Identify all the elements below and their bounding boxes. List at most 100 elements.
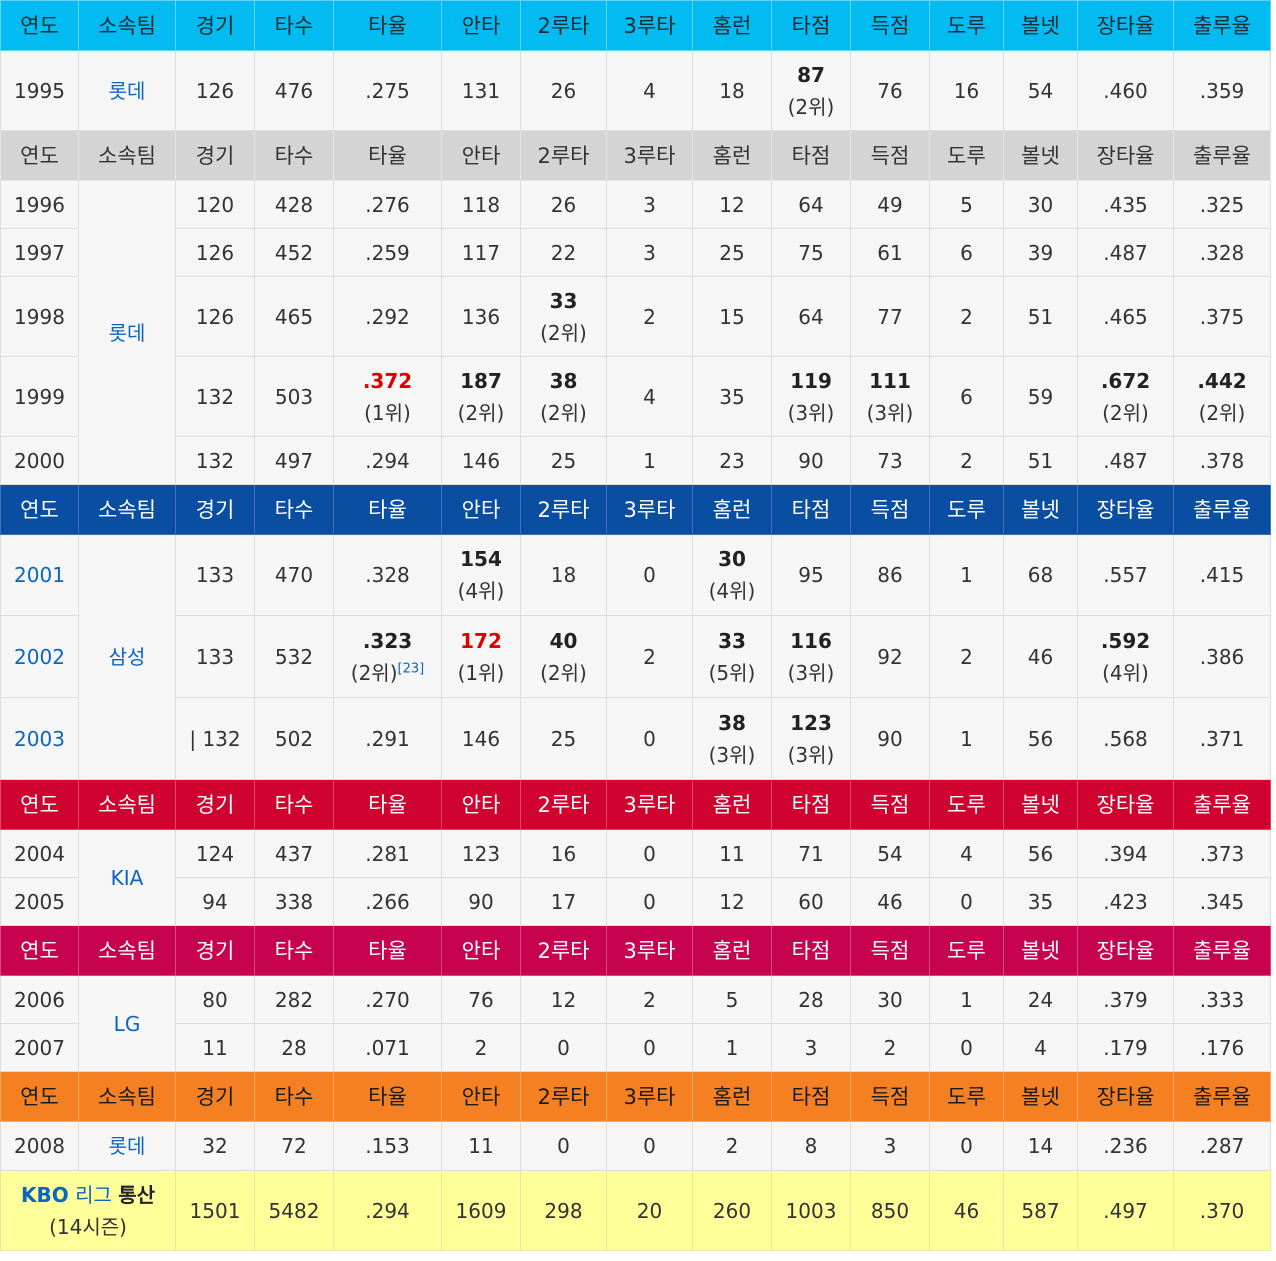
year-cell: 1997 — [0, 228, 79, 277]
walks-cell: 14 — [1003, 1121, 1078, 1171]
hits-cell: 11 — [441, 1121, 521, 1171]
col-header-doubles: 2루타 — [520, 779, 607, 830]
slg-cell: .672 (2위) — [1077, 356, 1174, 437]
slg-cell: .465 — [1077, 276, 1174, 357]
hits-cell: 117 — [441, 228, 521, 277]
runs-cell: 77 — [850, 276, 930, 357]
doubles-cell: 26 — [520, 180, 607, 229]
steals-cell: 1 — [929, 697, 1004, 780]
runs-cell: 46 — [850, 877, 930, 926]
col-header-hits: 안타 — [441, 484, 521, 535]
at-bats-cell: 428 — [254, 180, 334, 229]
col-header-hits: 안타 — [441, 779, 521, 830]
rank-label: (5위) — [708, 660, 756, 685]
triples-cell: 0 — [606, 1023, 693, 1072]
league-link[interactable]: 리그 — [75, 1183, 112, 1207]
team-link-lotte[interactable]: 롯데 — [78, 180, 176, 485]
col-header-walks: 볼넷 — [1003, 1071, 1078, 1122]
walks-cell: 51 — [1003, 276, 1078, 357]
doubles-cell: 25 — [520, 436, 607, 485]
kbo-league-link[interactable]: KBO — [21, 1183, 69, 1207]
table-row-2000: 2000 132 497 .294 146 25 1 23 90 73 2 51… — [0, 436, 1271, 485]
obp-cell: .378 — [1173, 436, 1271, 485]
year-cell: 2004 — [0, 829, 79, 878]
col-header-year: 연도 — [0, 925, 79, 976]
at-bats-cell: 72 — [254, 1121, 334, 1171]
avg-value: .323 — [362, 628, 413, 653]
col-header-games: 경기 — [175, 1071, 255, 1122]
slg-value: .592 — [1100, 628, 1151, 653]
col-header-doubles: 2루타 — [520, 484, 607, 535]
year-cell: 1996 — [0, 180, 79, 229]
team-link-kia[interactable]: KIA — [78, 829, 176, 926]
hits-value: 154 — [460, 547, 502, 571]
col-header-slg: 장타율 — [1077, 130, 1174, 181]
steals-cell: 6 — [929, 228, 1004, 277]
col-header-rbi: 타점 — [771, 779, 851, 830]
col-header-slg: 장타율 — [1077, 779, 1174, 830]
slg-cell: .487 — [1077, 436, 1174, 485]
col-header-games: 경기 — [175, 925, 255, 976]
home-runs-cell: 15 — [692, 276, 772, 357]
hits-cell: 136 — [441, 276, 521, 357]
col-header-walks: 볼넷 — [1003, 0, 1078, 51]
total-home-runs-cell: 260 — [692, 1170, 772, 1251]
runs-cell: 111 (3위) — [850, 356, 930, 437]
col-header-year: 연도 — [0, 779, 79, 830]
team-link-samsung[interactable]: 삼성 — [78, 534, 176, 780]
at-bats-cell: 502 — [254, 697, 334, 780]
col-header-at-bats: 타수 — [254, 484, 334, 535]
steals-cell: 6 — [929, 356, 1004, 437]
walks-cell: 39 — [1003, 228, 1078, 277]
total-triples-cell: 20 — [606, 1170, 693, 1251]
at-bats-cell: 282 — [254, 975, 334, 1024]
table-row-2001: 2001 삼성 133 470 .328 154 (4위) 18 0 30 (4… — [0, 534, 1271, 780]
year-cell: 2007 — [0, 1023, 79, 1072]
rank-label: (2위) — [1198, 400, 1246, 425]
table-row-1998: 1998 126 465 .292 136 33 (2위) 2 15 64 77… — [0, 276, 1271, 357]
rbi-cell: 119 (3위) — [771, 356, 851, 437]
col-header-team: 소속팀 — [78, 130, 176, 181]
team-link-lotte[interactable]: 롯데 — [78, 50, 176, 131]
col-header-triples: 3루타 — [606, 484, 693, 535]
games-cell: 124 — [175, 829, 255, 878]
table-row-2007: 2007 11 28 .071 2 0 0 1 3 2 0 4 .179 .17… — [0, 1023, 1271, 1072]
reference-link[interactable]: [23] — [398, 661, 425, 676]
col-header-home-runs: 홈런 — [692, 484, 772, 535]
triples-cell: 4 — [606, 356, 693, 437]
games-cell: 120 — [175, 180, 255, 229]
year-cell: 2005 — [0, 877, 79, 926]
triples-cell: 0 — [606, 877, 693, 926]
avg-value-league-leader: .372 — [362, 368, 413, 393]
avg-cell: .071 — [333, 1023, 442, 1072]
col-header-triples: 3루타 — [606, 925, 693, 976]
col-header-obp: 출루율 — [1173, 1071, 1271, 1122]
year-cell: 2006 — [0, 975, 79, 1024]
year-link[interactable]: 2002 — [0, 615, 79, 698]
col-header-steals: 도루 — [929, 130, 1004, 181]
col-header-at-bats: 타수 — [254, 925, 334, 976]
rank-label: (2위) — [350, 660, 398, 685]
games-cell: 133 — [175, 615, 255, 698]
rbi-cell: 60 — [771, 877, 851, 926]
runs-cell: 3 — [850, 1121, 930, 1171]
doubles-cell: 25 — [520, 697, 607, 780]
col-header-slg: 장타율 — [1077, 0, 1174, 51]
rank-label: (4위) — [708, 579, 756, 603]
rank-label: (3위) — [787, 660, 835, 685]
hits-cell: 131 — [441, 50, 521, 131]
home-runs-cell: 30 (4위) — [692, 534, 772, 616]
col-header-doubles: 2루타 — [520, 925, 607, 976]
col-header-obp: 출루율 — [1173, 130, 1271, 181]
year-link[interactable]: 2001 — [0, 534, 79, 616]
col-header-team: 소속팀 — [78, 0, 176, 51]
team-link-lg[interactable]: LG — [78, 975, 176, 1072]
year-link[interactable]: 2003 — [0, 697, 79, 780]
slg-cell: .379 — [1077, 975, 1174, 1024]
hits-cell: 172 (1위) — [441, 615, 521, 698]
obp-cell: .345 — [1173, 877, 1271, 926]
team-link-lotte[interactable]: 롯데 — [78, 1121, 176, 1171]
col-header-avg: 타율 — [333, 1071, 442, 1122]
home-runs-value: 38 — [718, 710, 746, 735]
table-row-1996: 1996 롯데 120 428 .276 118 26 3 12 64 49 5… — [0, 180, 1271, 485]
